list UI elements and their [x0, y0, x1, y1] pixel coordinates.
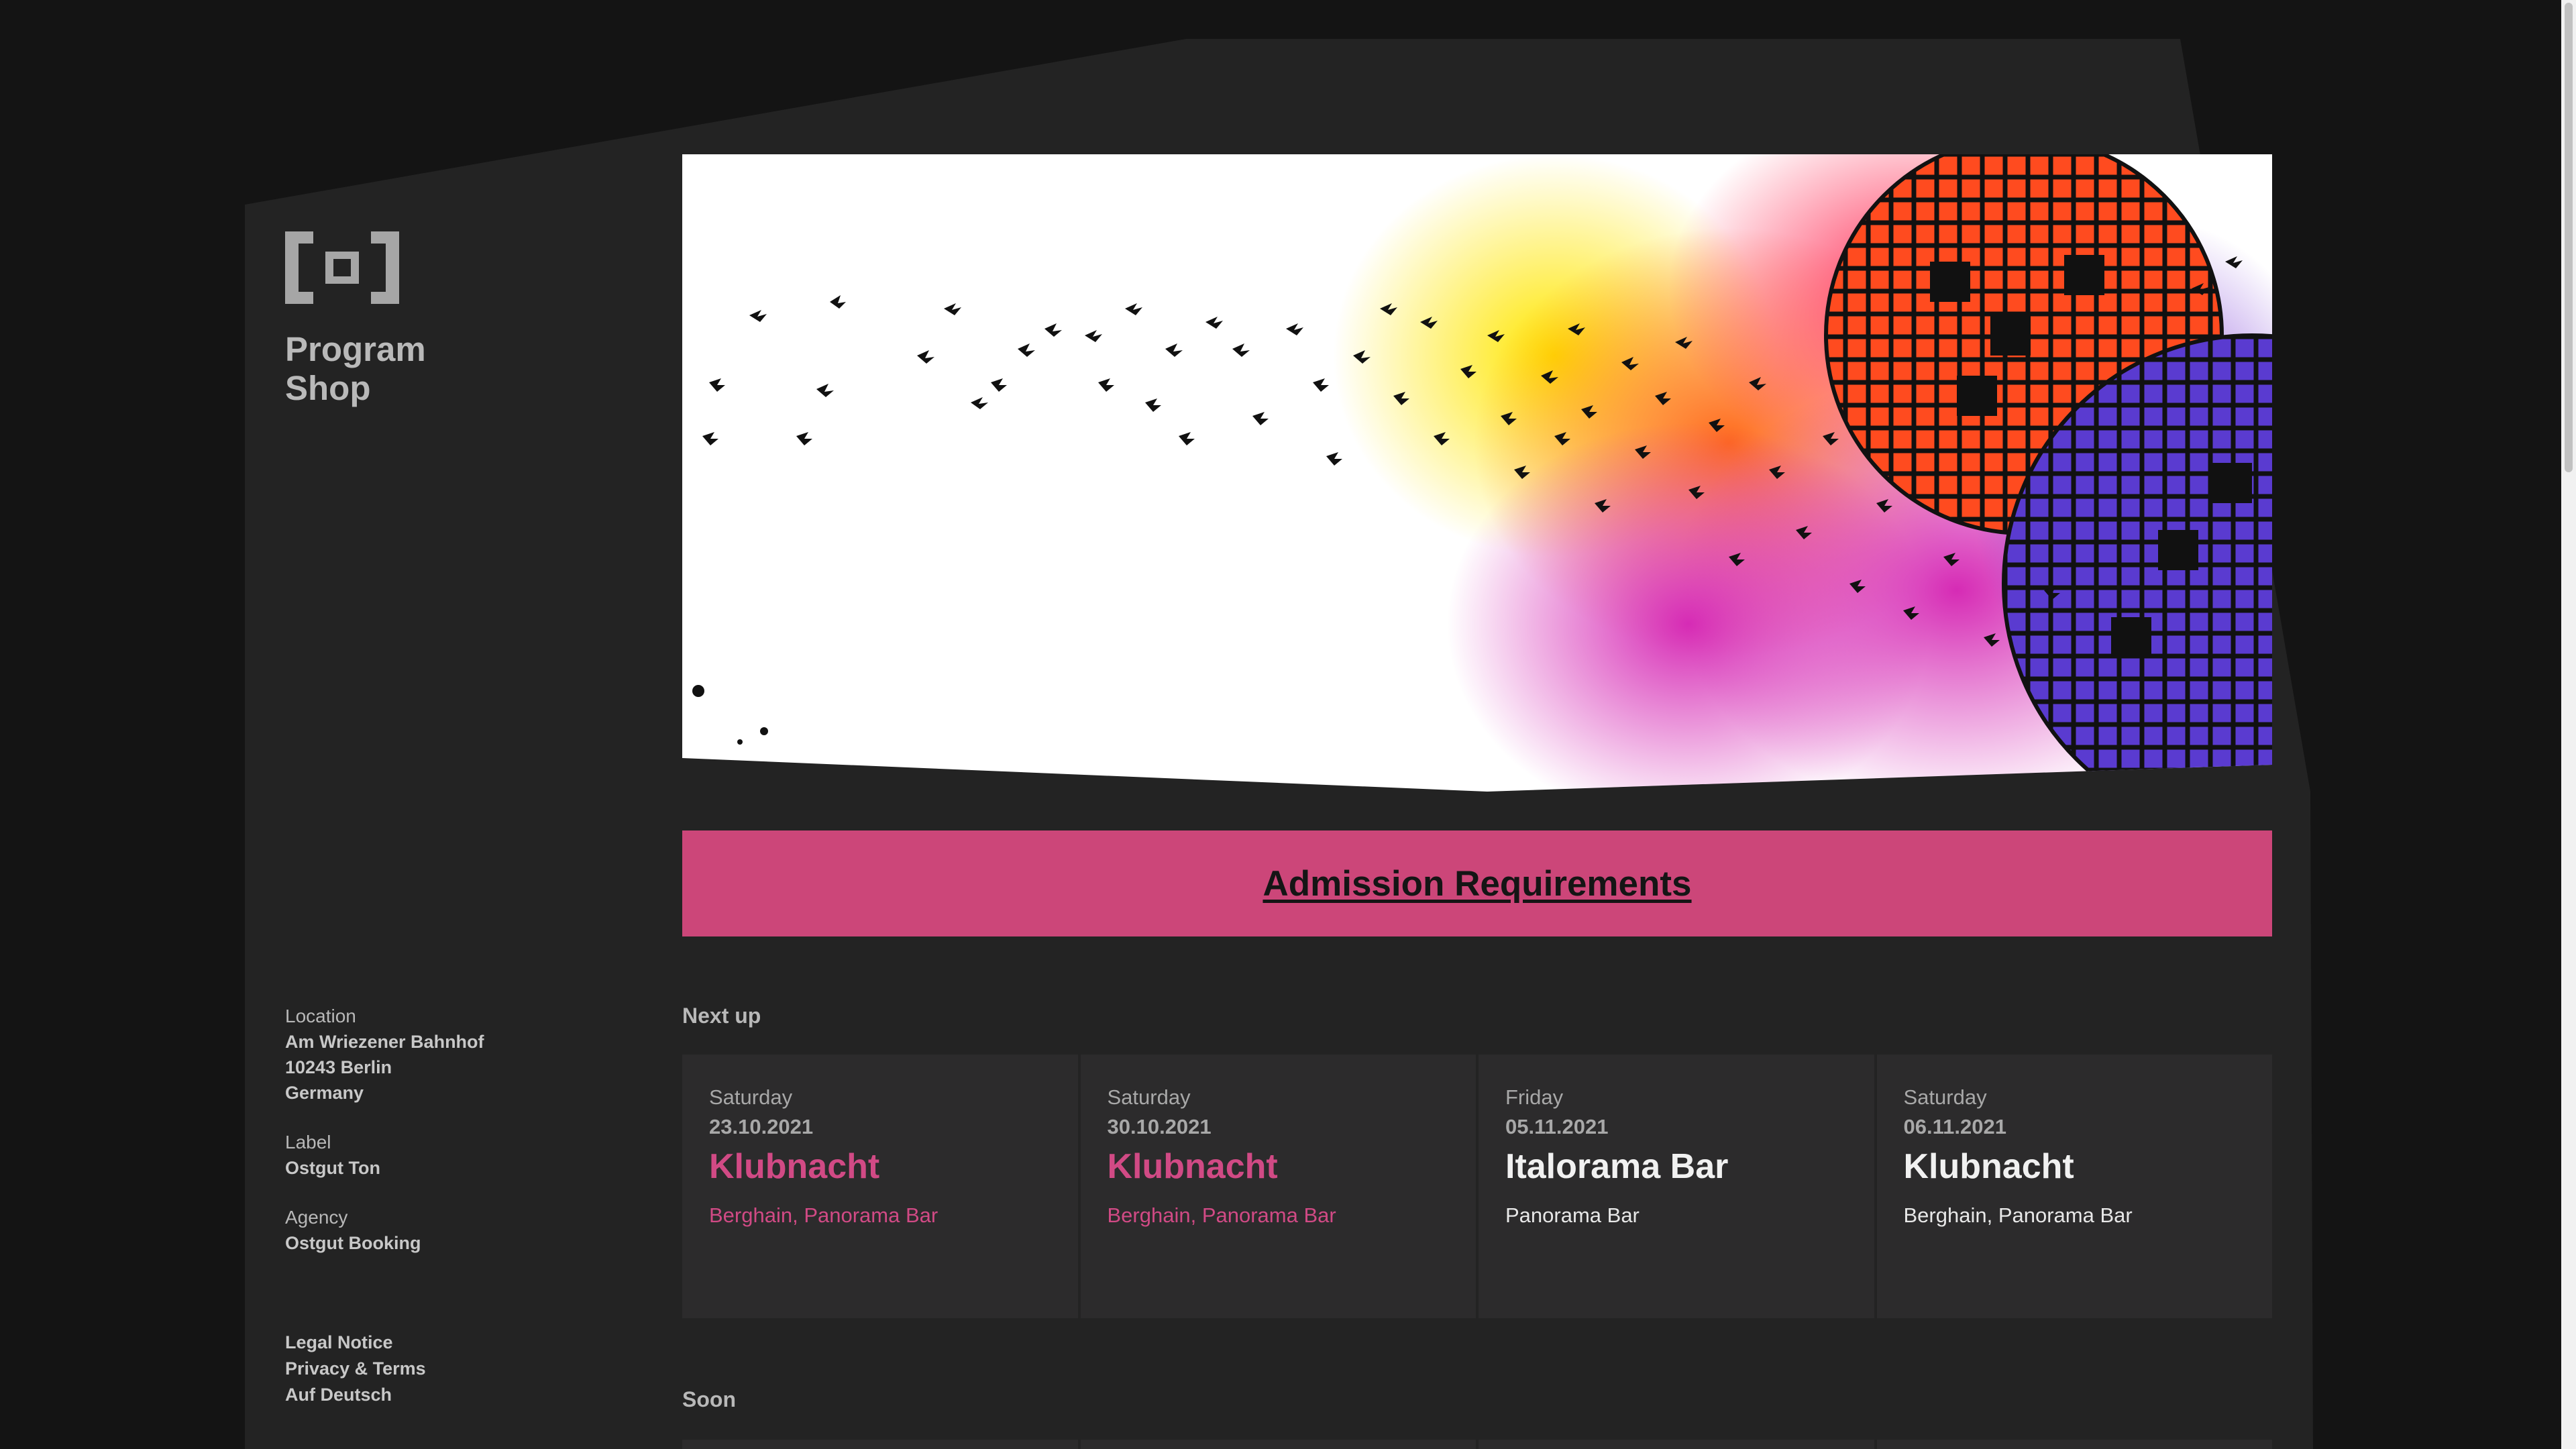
event-card[interactable]: [1479, 1440, 1874, 1449]
location-label: Location: [285, 1006, 356, 1026]
event-date: 05.11.2021: [1505, 1115, 1609, 1138]
hero-artwork[interactable]: [682, 154, 2272, 792]
berghain-logo-icon[interactable]: [285, 231, 399, 304]
event-card[interactable]: Saturday 06.11.2021 Klubnacht Berghain, …: [1876, 1055, 2272, 1318]
record-label-heading: Label: [285, 1132, 331, 1152]
event-day: Friday: [1505, 1085, 1564, 1109]
page: Program Shop Location Am Wriezener Bahnh…: [0, 0, 2576, 1449]
event-title: Klubnacht: [1903, 1147, 2074, 1186]
event-title: Italorama Bar: [1505, 1147, 1729, 1186]
event-venue: Berghain, Panorama Bar: [709, 1203, 938, 1227]
event-date: 06.11.2021: [1903, 1115, 2006, 1138]
record-label-value[interactable]: Ostgut Ton: [285, 1155, 484, 1181]
event-card[interactable]: Saturday 23.10.2021 Klubnacht Berghain, …: [682, 1055, 1078, 1318]
next-up-events: Saturday 23.10.2021 Klubnacht Berghain, …: [682, 1055, 2272, 1318]
legal-notice-link[interactable]: Legal Notice: [285, 1330, 426, 1356]
event-venue: Panorama Bar: [1505, 1203, 1640, 1227]
soon-heading: Soon: [682, 1387, 736, 1411]
event-date: 30.10.2021: [1107, 1115, 1212, 1138]
event-card[interactable]: Friday 05.11.2021 Italorama Bar Panorama…: [1479, 1055, 1874, 1318]
privacy-terms-link[interactable]: Privacy & Terms: [285, 1356, 426, 1382]
event-card[interactable]: [1080, 1440, 1476, 1449]
event-title: Klubnacht: [1107, 1147, 1278, 1186]
soon-events: [682, 1440, 2272, 1449]
legal-links: Legal Notice Privacy & Terms Auf Deutsch: [285, 1330, 426, 1408]
main-nav: Program Shop: [285, 330, 426, 408]
event-day: Saturday: [709, 1085, 793, 1109]
admission-banner: Admission Requirements: [682, 830, 2272, 936]
event-day: Saturday: [1903, 1085, 1987, 1109]
event-venue: Berghain, Panorama Bar: [1903, 1203, 2133, 1227]
label-block: Label Ostgut Ton: [285, 1130, 484, 1181]
admission-requirements-link[interactable]: Admission Requirements: [1263, 863, 1691, 904]
event-title: Klubnacht: [709, 1147, 880, 1186]
event-venue: Berghain, Panorama Bar: [1107, 1203, 1336, 1227]
scrollbar-thumb[interactable]: [2565, 3, 2573, 472]
location-line: Germany: [285, 1083, 364, 1103]
page-scrollbar[interactable]: [2561, 0, 2576, 1449]
event-date: 23.10.2021: [709, 1115, 814, 1138]
agency-heading: Agency: [285, 1207, 348, 1228]
next-up-heading: Next up: [682, 1004, 761, 1028]
event-card[interactable]: [1876, 1440, 2272, 1449]
agency-value[interactable]: Ostgut Booking: [285, 1230, 484, 1256]
location-line: Am Wriezener Bahnhof: [285, 1032, 484, 1052]
agency-block: Agency Ostgut Booking: [285, 1205, 484, 1256]
language-switch-link[interactable]: Auf Deutsch: [285, 1382, 426, 1408]
nav-shop[interactable]: Shop: [285, 369, 426, 408]
nav-program[interactable]: Program: [285, 330, 426, 369]
sidebar-info: Location Am Wriezener Bahnhof 10243 Berl…: [285, 1004, 484, 1280]
location-block: Location Am Wriezener Bahnhof 10243 Berl…: [285, 1004, 484, 1106]
event-card[interactable]: [682, 1440, 1078, 1449]
event-day: Saturday: [1107, 1085, 1191, 1109]
location-line: 10243 Berlin: [285, 1057, 392, 1077]
event-card[interactable]: Saturday 30.10.2021 Klubnacht Berghain, …: [1080, 1055, 1476, 1318]
